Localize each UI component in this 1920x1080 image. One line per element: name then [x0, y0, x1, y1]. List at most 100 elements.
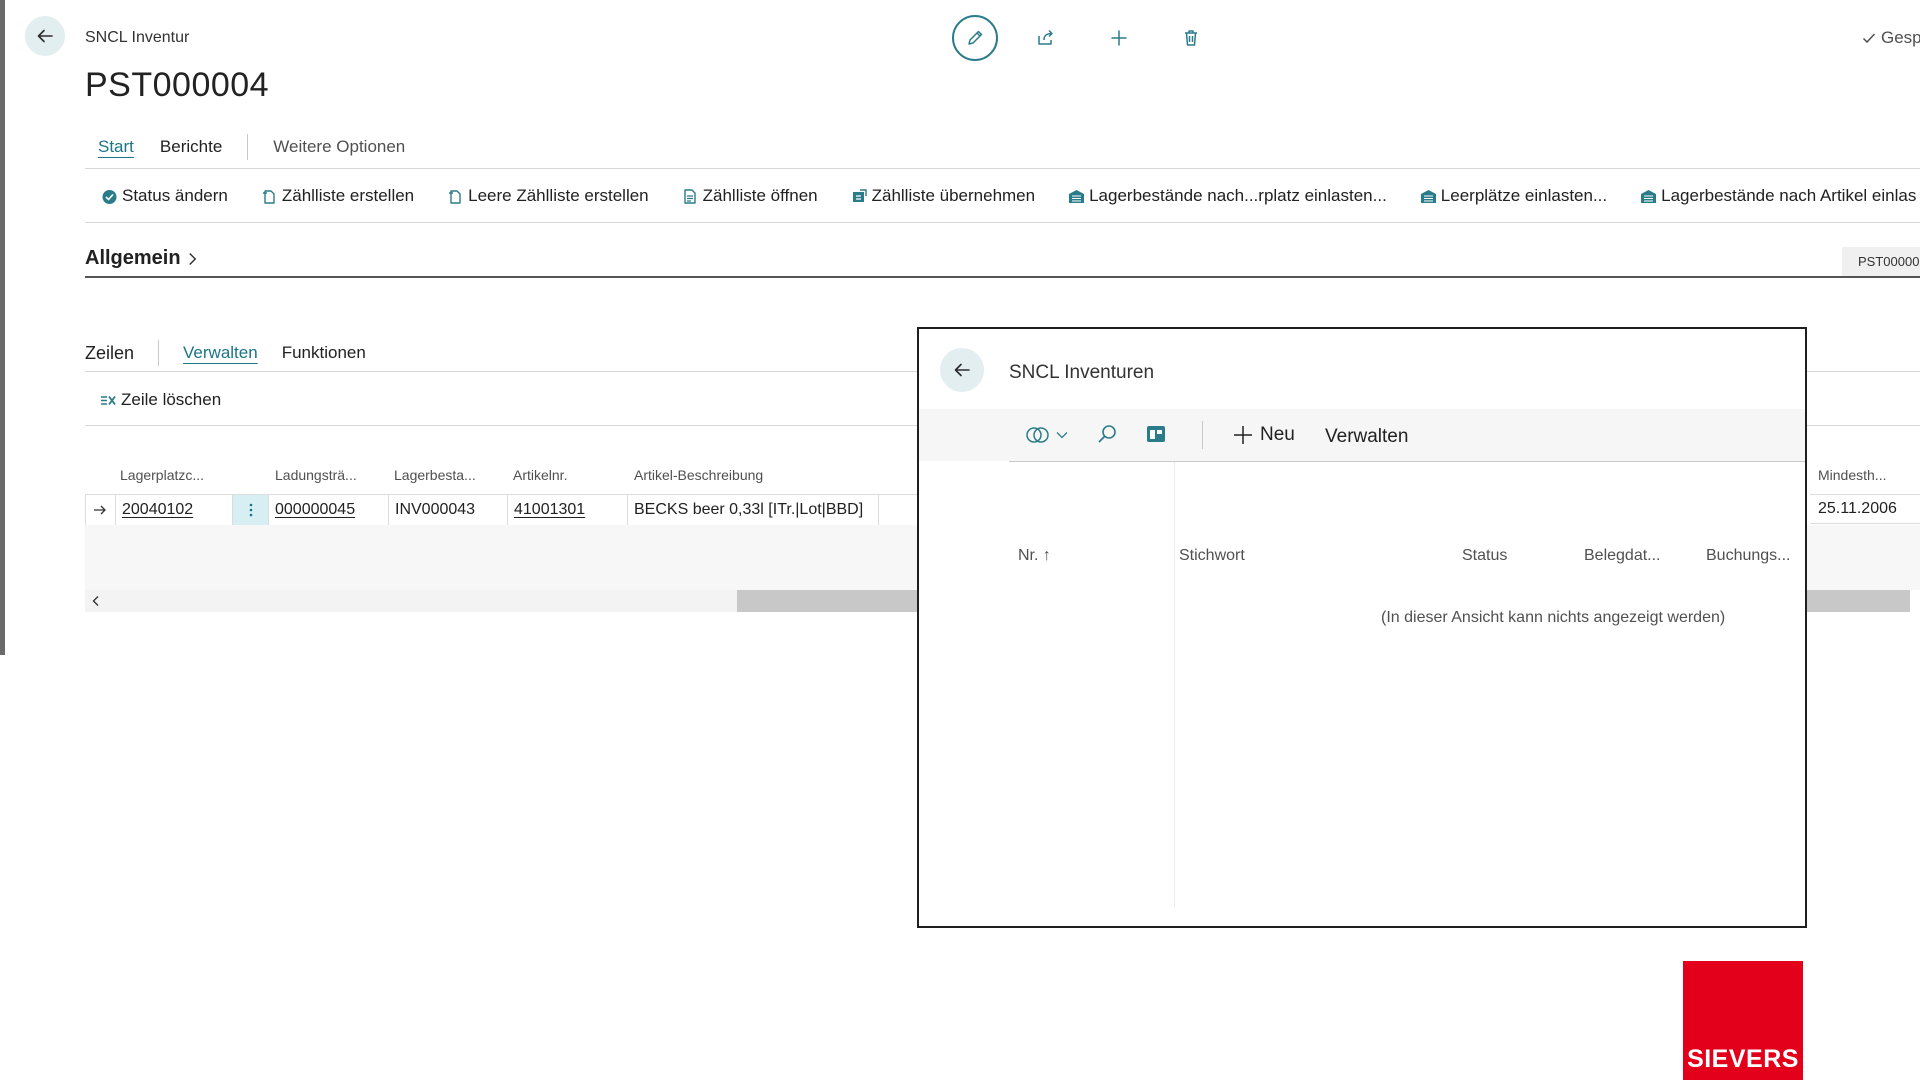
- sievers-logo: SIEVERS: [1683, 961, 1803, 1080]
- arrow-right-icon: [94, 505, 106, 515]
- dialog-title: SNCL Inventuren: [1009, 362, 1155, 383]
- warehouse-icon: [1420, 189, 1436, 203]
- action-label: Zählliste übernehmen: [871, 186, 1036, 205]
- arrow-left-icon: [954, 363, 970, 377]
- filter-views-icon: [1026, 427, 1049, 443]
- plus-icon: [1111, 30, 1127, 46]
- action-label: Status ändern: [122, 186, 228, 205]
- action-label: Leere Zählliste erstellen: [468, 186, 649, 205]
- tab-start[interactable]: Start: [98, 137, 134, 157]
- cell-value[interactable]: 000000045: [275, 501, 355, 519]
- toolbar-underline: [1009, 461, 1805, 462]
- action-lagerbestaende-nach-artikel[interactable]: Lagerbestände nach Artikel einlas: [1640, 186, 1916, 206]
- column-header-lagerbestand[interactable]: Lagerbesta...: [394, 467, 476, 483]
- tab-verwalten[interactable]: Verwalten: [183, 343, 258, 363]
- cell-lagerbestand[interactable]: INV000043: [389, 495, 508, 525]
- action-label: Lagerbestände nach...rplatz einlasten...: [1089, 186, 1387, 205]
- delete-line-label: Zeile löschen: [121, 390, 222, 409]
- back-button[interactable]: [25, 16, 65, 56]
- checkmark-icon: [1862, 33, 1876, 44]
- action-lagerbestaende-nach-lagerplatz[interactable]: Lagerbestände nach...rplatz einlasten...: [1068, 186, 1387, 206]
- action-zaehlliste-oeffnen[interactable]: Zählliste öffnen: [682, 186, 818, 206]
- delete-line-icon: [101, 395, 116, 405]
- divider: [85, 168, 1920, 169]
- cell-ladungstraeger[interactable]: 000000045: [269, 495, 389, 525]
- layout-button[interactable]: [1145, 423, 1167, 450]
- column-header-status[interactable]: Status: [1462, 547, 1507, 565]
- plus-icon: [1234, 426, 1252, 444]
- tab-funktionen[interactable]: Funktionen: [282, 343, 366, 363]
- tab-divider: [247, 134, 249, 160]
- cell-artikel-beschreibung[interactable]: BECKS beer 0,33l [ITr.|Lot|BBD]: [628, 495, 879, 525]
- share-button[interactable]: [1024, 16, 1068, 60]
- tab-weitere-optionen[interactable]: Weitere Optionen: [273, 137, 405, 157]
- section-allgemein[interactable]: Allgemein: [85, 247, 198, 270]
- views-button[interactable]: [1026, 425, 1068, 445]
- section-underline: [85, 276, 1920, 278]
- new-label: Neu: [1260, 424, 1295, 445]
- cell-value: INV000043: [395, 501, 476, 518]
- tab-divider: [158, 340, 160, 366]
- column-separator: [1174, 462, 1175, 907]
- left-edge-bar: [0, 0, 5, 655]
- cell-mindesthaltbarkeit[interactable]: 25.11.2006: [1810, 494, 1920, 524]
- divider: [85, 222, 1920, 223]
- page-title: PST000004: [85, 66, 270, 104]
- arrow-left-icon: [37, 29, 53, 43]
- cell-artikelnr[interactable]: 41001301: [508, 495, 628, 525]
- column-header-belegdatum[interactable]: Belegdat...: [1584, 547, 1661, 565]
- chevron-right-icon: [188, 252, 196, 265]
- column-header-artikel-beschreibung[interactable]: Artikel-Beschreibung: [634, 467, 763, 483]
- lines-tabs: Zeilen Verwalten Funktionen: [85, 340, 366, 366]
- action-label: Zählliste öffnen: [702, 186, 818, 205]
- scroll-left-icon[interactable]: [91, 595, 101, 607]
- logo-text: SIEVERS: [1687, 1045, 1799, 1073]
- dialog-manage-button[interactable]: Verwalten: [1325, 426, 1408, 448]
- edit-button[interactable]: [952, 15, 998, 61]
- share-icon: [1038, 29, 1053, 45]
- manage-label: Verwalten: [1325, 426, 1409, 447]
- action-zaehlliste-erstellen[interactable]: Zählliste erstellen: [261, 186, 414, 206]
- inventuren-dialog: SNCL Inventuren Neu Verwalten Nr. ↑ Stic…: [917, 327, 1807, 928]
- app-title: SNCL Inventur: [85, 29, 190, 46]
- dialog-new-button[interactable]: Neu: [1232, 424, 1295, 446]
- search-icon: [1098, 425, 1116, 443]
- column-header-artikelnr[interactable]: Artikelnr.: [513, 467, 567, 483]
- column-header-stichwort[interactable]: Stichwort: [1179, 547, 1245, 565]
- action-label: Lagerbestände nach Artikel einlas: [1661, 186, 1917, 205]
- tab-berichte[interactable]: Berichte: [160, 137, 222, 157]
- delete-button[interactable]: [1169, 16, 1213, 60]
- apply-list-icon: [852, 188, 867, 202]
- cell-lagerplatz[interactable]: 20040102: [116, 495, 233, 525]
- column-header-nr[interactable]: Nr. ↑: [1018, 547, 1051, 565]
- delete-line-button[interactable]: Zeile löschen: [100, 390, 221, 410]
- new-document-icon: [262, 189, 275, 204]
- cell-value[interactable]: 41001301: [514, 501, 585, 519]
- action-bar: Status ändern Zählliste erstellen Leere …: [101, 186, 1920, 206]
- row-indicator: [86, 495, 116, 525]
- cell-value[interactable]: 20040102: [122, 501, 193, 519]
- warehouse-icon: [1641, 189, 1657, 203]
- action-label: Leerplätze einlasten...: [1440, 186, 1608, 205]
- chevron-down-icon: [1056, 432, 1068, 439]
- record-id-pill: PST00000: [1842, 247, 1920, 276]
- cell-value: 25.11.2006: [1818, 500, 1897, 517]
- column-header-lagerplatz[interactable]: Lagerplatzc...: [120, 467, 204, 483]
- table-row[interactable]: 20040102 000000045 INV000043 41001301 BE…: [85, 494, 922, 526]
- table-layout-icon: [1147, 426, 1165, 442]
- action-zaehlliste-uebernehmen[interactable]: Zählliste übernehmen: [851, 186, 1035, 206]
- column-header-ladungstraeger[interactable]: Ladungsträ...: [275, 467, 357, 483]
- nav-tabs: Start Berichte Weitere Optionen: [98, 134, 405, 160]
- column-header-mindesthaltbarkeit[interactable]: Mindesth...: [1818, 467, 1886, 483]
- action-status-aendern[interactable]: Status ändern: [101, 186, 228, 206]
- open-document-icon: [683, 188, 696, 204]
- row-menu-button[interactable]: [233, 495, 269, 525]
- action-leere-zaehlliste-erstellen[interactable]: Leere Zählliste erstellen: [447, 186, 649, 206]
- column-header-buchungsdatum[interactable]: Buchungs...: [1706, 547, 1791, 565]
- warehouse-icon: [1069, 189, 1085, 203]
- search-button[interactable]: [1096, 423, 1118, 450]
- action-leerplaetze-einlasten[interactable]: Leerplätze einlasten...: [1420, 186, 1607, 206]
- toolbar-divider: [1202, 421, 1203, 449]
- dialog-back-button[interactable]: [940, 348, 984, 392]
- new-button[interactable]: [1097, 16, 1141, 60]
